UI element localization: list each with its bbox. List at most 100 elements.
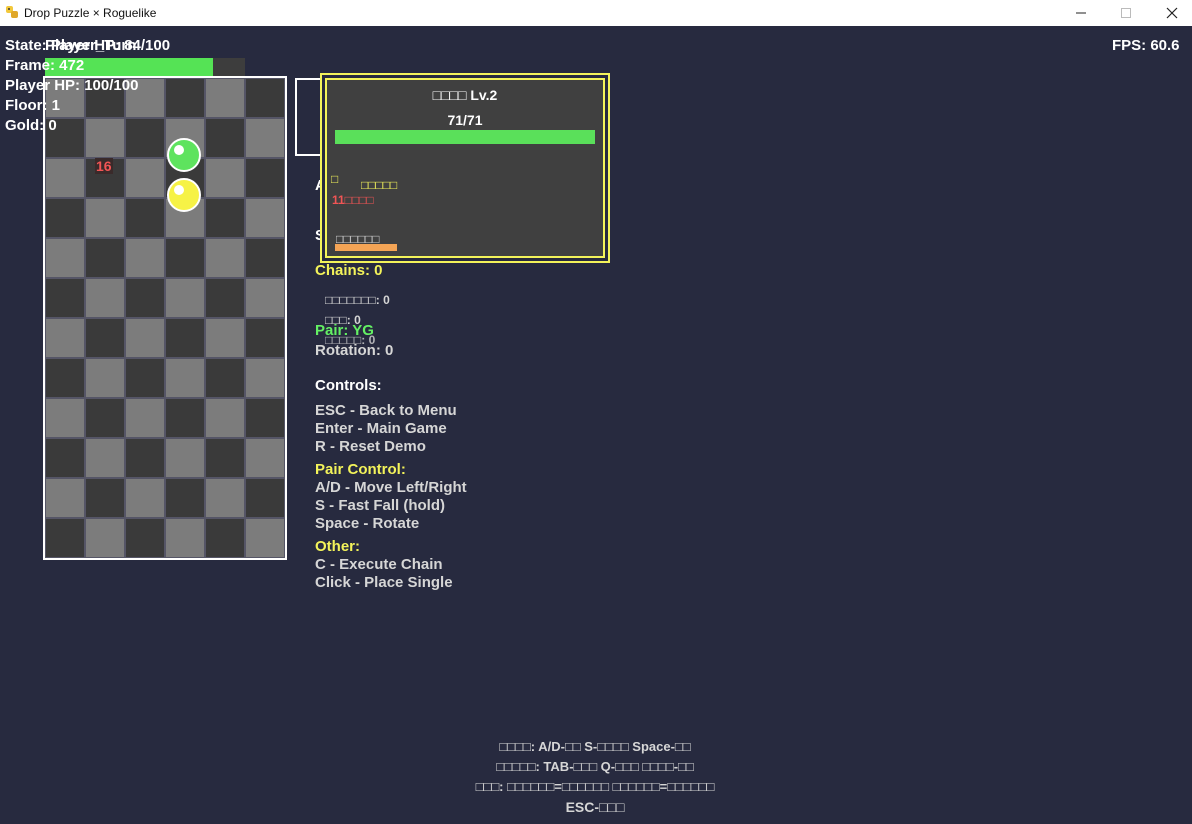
orb-shine <box>174 145 184 155</box>
enemy-action-bar <box>335 244 398 251</box>
board-cell[interactable] <box>165 438 205 478</box>
board-cell[interactable] <box>45 358 85 398</box>
control-item: Enter - Main Game <box>315 420 447 437</box>
board-cell[interactable] <box>205 318 245 358</box>
control-item: R - Reset Demo <box>315 438 426 455</box>
board-cell[interactable] <box>245 358 285 398</box>
board-cell[interactable] <box>245 238 285 278</box>
frame-text: Frame: 472 <box>5 57 85 74</box>
board-cell[interactable] <box>205 238 245 278</box>
board-cell[interactable] <box>125 478 165 518</box>
maximize-icon <box>1121 8 1131 18</box>
board-cell[interactable] <box>45 278 85 318</box>
footer-line: □□□□: A/D-□□ S-□□□□ Space-□□ <box>499 739 691 754</box>
window-title: Drop Puzzle × Roguelike <box>24 6 157 20</box>
board-cell[interactable] <box>165 358 205 398</box>
board-cell[interactable] <box>125 438 165 478</box>
board-cell[interactable] <box>45 198 85 238</box>
board-cell[interactable] <box>125 358 165 398</box>
python-icon <box>6 6 18 18</box>
board-cell[interactable] <box>45 318 85 358</box>
board-cell[interactable] <box>125 238 165 278</box>
board-cell[interactable] <box>125 318 165 358</box>
board-cell[interactable] <box>45 438 85 478</box>
green-orb[interactable] <box>167 138 201 172</box>
board-cell[interactable] <box>245 438 285 478</box>
board-cell[interactable] <box>85 358 125 398</box>
enemy-attack-text: 11□□□□ <box>332 193 374 207</box>
board-cell[interactable] <box>125 158 165 198</box>
board-cell[interactable] <box>85 518 125 558</box>
board-cell[interactable] <box>205 198 245 238</box>
enemy-intent-label: □□□□□ <box>361 178 398 192</box>
board-cell[interactable] <box>125 398 165 438</box>
board-cell[interactable] <box>245 78 285 118</box>
board-cell[interactable] <box>125 518 165 558</box>
pair-control-item: A/D - Move Left/Right <box>315 479 467 496</box>
gold-text: Gold: 0 <box>5 117 57 134</box>
board-cell[interactable] <box>205 398 245 438</box>
board-cell[interactable] <box>165 398 205 438</box>
board-cell[interactable] <box>85 238 125 278</box>
floor-text: Floor: 1 <box>5 97 60 114</box>
board-cell[interactable] <box>165 318 205 358</box>
enemy-panel-inner: □□□□ Lv.2 71/71 □ □□□□□ 11□□□□ □□□□□□ <box>325 78 605 258</box>
board-cell[interactable] <box>85 118 125 158</box>
board-cell[interactable] <box>85 478 125 518</box>
board-cell[interactable] <box>85 318 125 358</box>
board-cell[interactable] <box>205 478 245 518</box>
orb-shine <box>174 185 184 195</box>
board-cell[interactable] <box>205 158 245 198</box>
board-cell[interactable] <box>165 238 205 278</box>
other-control-item: Click - Place Single <box>315 574 453 591</box>
board-cell[interactable] <box>205 78 245 118</box>
enemy-name-level: □□□□ Lv.2 <box>432 87 498 103</box>
board-cell[interactable] <box>45 398 85 438</box>
puzzle-board[interactable] <box>43 76 287 560</box>
board-cell[interactable] <box>165 478 205 518</box>
board-cell[interactable] <box>165 518 205 558</box>
player-hp-text: Player HP: 100/100 <box>5 77 139 94</box>
board-cell[interactable] <box>245 518 285 558</box>
board-cell[interactable] <box>205 438 245 478</box>
maximize-button[interactable] <box>1103 0 1149 26</box>
minimize-icon <box>1076 12 1086 14</box>
other-heading: Other: <box>315 538 360 555</box>
board-cell[interactable] <box>245 278 285 318</box>
board-cell[interactable] <box>245 158 285 198</box>
footer-line: □□□□□: TAB-□□□ Q-□□□ □□□□-□□ <box>496 759 694 774</box>
board-cell[interactable] <box>245 118 285 158</box>
board-cell[interactable] <box>85 398 125 438</box>
board-cell[interactable] <box>205 118 245 158</box>
board-cell[interactable] <box>125 118 165 158</box>
board-cell[interactable] <box>205 278 245 318</box>
board-cell[interactable] <box>45 518 85 558</box>
board-cell[interactable] <box>205 518 245 558</box>
board-cell[interactable] <box>125 278 165 318</box>
rotation-text: Rotation: 0 <box>315 342 394 359</box>
board-cell[interactable] <box>245 398 285 438</box>
chains-text: Chains: 0 <box>315 262 383 279</box>
yellow-orb[interactable] <box>167 178 201 212</box>
footer-line: ESC-□□□ <box>565 799 625 815</box>
board-cell[interactable] <box>85 438 125 478</box>
board-cell[interactable] <box>245 478 285 518</box>
board-cell[interactable] <box>45 158 85 198</box>
board-cell[interactable] <box>205 358 245 398</box>
close-button[interactable] <box>1149 0 1192 26</box>
enemy-hp-bar <box>335 130 595 144</box>
board-cell[interactable] <box>125 198 165 238</box>
enemy-status-icon: □ <box>331 172 339 186</box>
board-cell[interactable] <box>85 278 125 318</box>
board-cell[interactable] <box>165 278 205 318</box>
minimize-button[interactable] <box>1058 0 1104 26</box>
stat-line-a: □□□□□□□: 0 <box>325 293 390 307</box>
board-cell[interactable] <box>45 478 85 518</box>
board-cell[interactable] <box>45 238 85 278</box>
window-titlebar: Drop Puzzle × Roguelike <box>0 0 1192 26</box>
board-cell[interactable] <box>245 318 285 358</box>
board-cell[interactable] <box>245 198 285 238</box>
damage-number: 16 <box>95 158 113 174</box>
board-cell[interactable] <box>165 78 205 118</box>
board-cell[interactable] <box>85 198 125 238</box>
